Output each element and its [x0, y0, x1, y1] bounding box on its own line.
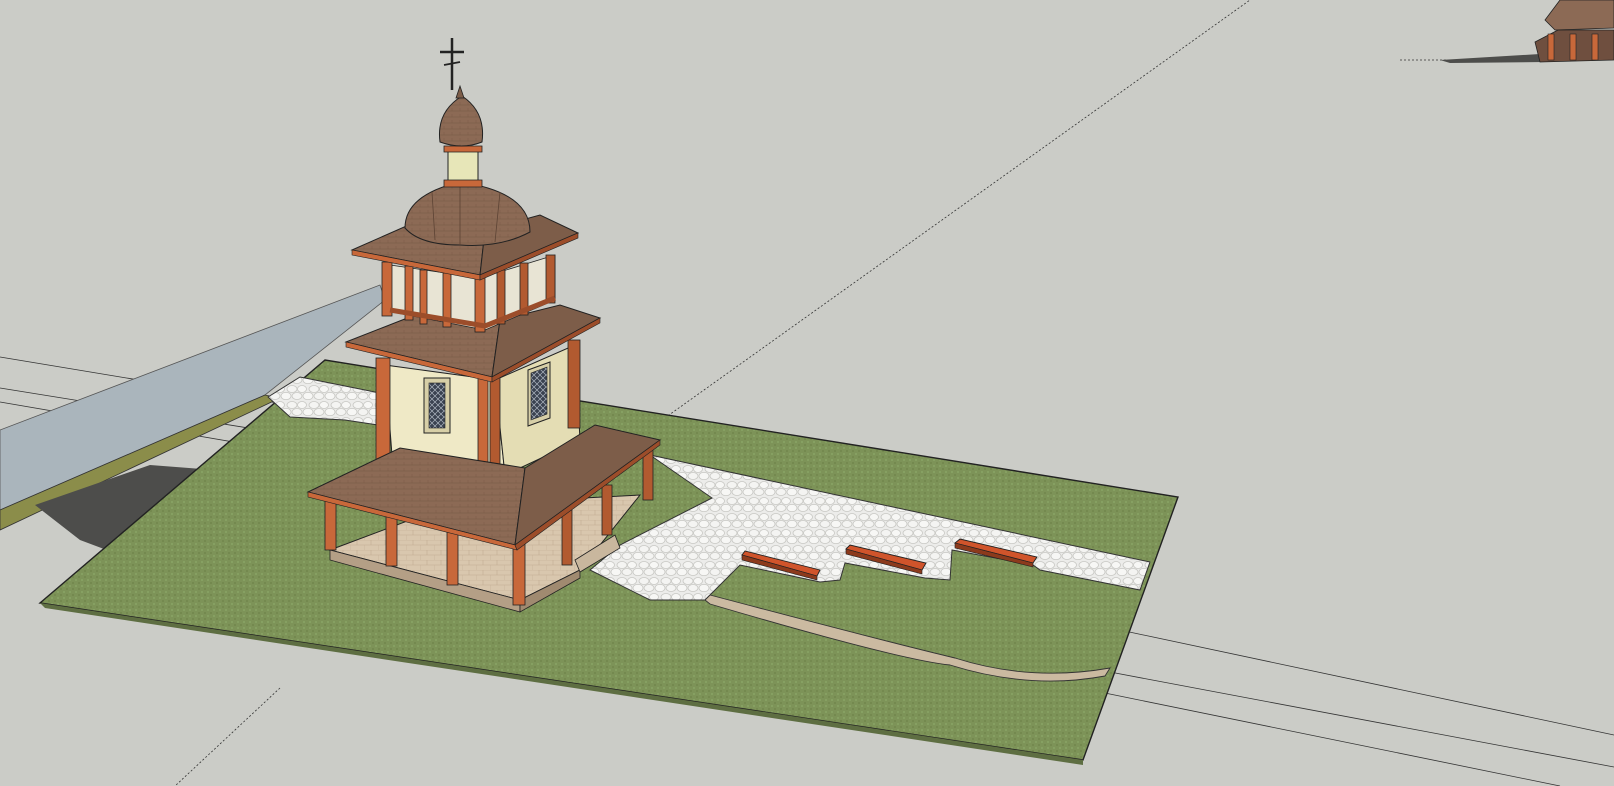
dome [404, 181, 531, 246]
distant-tower [1440, 0, 1614, 63]
sketchup-viewport[interactable] [0, 0, 1614, 786]
onion-cupola [438, 95, 484, 147]
3d-model-view[interactable] [0, 0, 1614, 786]
lantern-drum [447, 149, 479, 185]
cross-icon [440, 38, 464, 90]
